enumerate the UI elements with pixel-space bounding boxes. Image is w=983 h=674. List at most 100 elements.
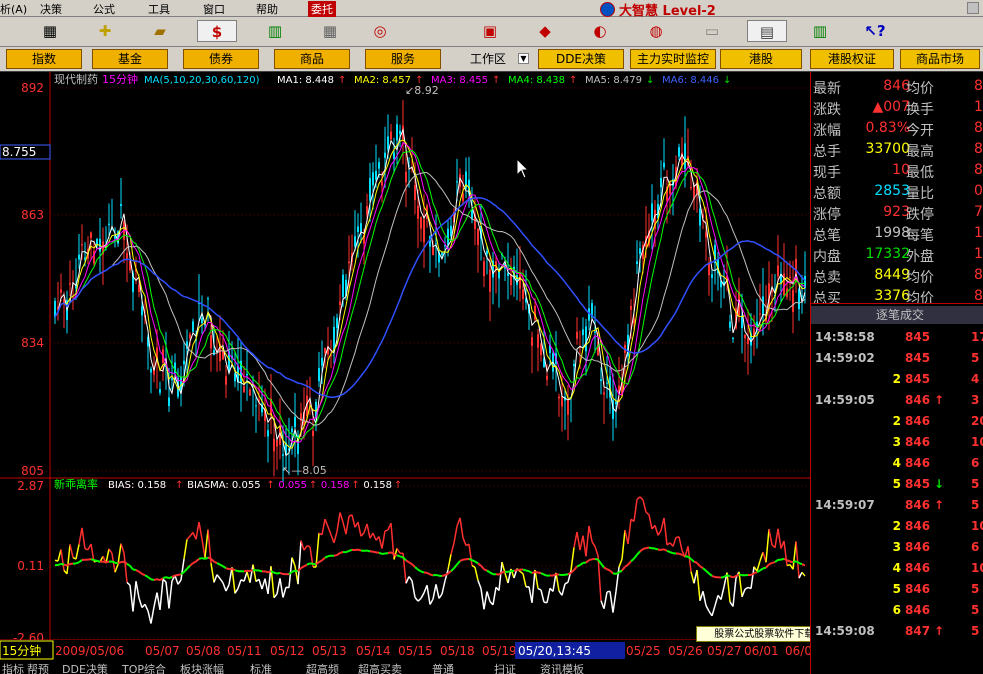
candle-body (441, 252, 443, 256)
ruler-icon[interactable]: ▰ (140, 20, 180, 42)
nav-commodity-button[interactable]: 商品 (274, 49, 350, 69)
candle-body (414, 185, 416, 201)
nav-monitor-button[interactable]: 主力实时监控 (630, 49, 716, 69)
tab-top[interactable]: TOP综合 (122, 661, 166, 674)
tab-sector[interactable]: 板块涨幅 (180, 661, 224, 674)
candle-body (108, 223, 110, 225)
tab-hf-trade[interactable]: 超高买卖 (358, 661, 402, 674)
biasma-line-segment (762, 566, 767, 570)
nav-bond-button[interactable]: 债券 (183, 49, 259, 69)
ma-legend-arrow: ↑ (338, 75, 346, 86)
nav-market-button[interactable]: 商品市场 (900, 49, 980, 69)
tick-row: 2 846 20 (811, 411, 983, 432)
biasma-line-segment (276, 571, 281, 575)
books-icon[interactable]: ▥ (800, 20, 840, 42)
date-tick-label: 05/18 (440, 644, 475, 658)
nav-index-button[interactable]: 指数 (6, 49, 82, 69)
quote-row: 现手 10 最低 8 (811, 160, 983, 181)
ma-legend-2: MA2: 8.457 (354, 75, 411, 86)
y-tick-label: 805 (21, 464, 44, 478)
nav-dde-button[interactable]: DDE决策 (538, 49, 624, 69)
biasma-line-segment (543, 573, 548, 577)
tick-p: 847 (905, 624, 931, 638)
quote-label: 总手 (813, 144, 841, 160)
candle-body (663, 162, 665, 168)
candle-body (183, 360, 185, 365)
workarea-label[interactable]: 工作区 (470, 50, 506, 67)
menu-window[interactable]: 窗口 (203, 1, 225, 17)
tick-row: 5 845 ↓ 5 (811, 474, 983, 495)
candle-body (282, 454, 284, 456)
tab-standard[interactable]: 标准 (250, 661, 272, 674)
quote-row: 最新 846 均价 8 (811, 76, 983, 97)
tab-help[interactable]: 帮预 (27, 661, 49, 674)
card-icon[interactable]: ▭ (692, 20, 732, 42)
menu-formula[interactable]: 公式 (93, 1, 115, 17)
candle-body (447, 228, 449, 246)
window-close-button[interactable] (967, 2, 979, 14)
tick-n: 2 (892, 414, 901, 428)
biasma-line-segment (420, 570, 425, 574)
tab-info[interactable]: 资讯模板 (540, 661, 584, 674)
nav-hk-warrant-button[interactable]: 港股权证 (810, 49, 894, 69)
tab-hf[interactable]: 超高频 (306, 661, 339, 674)
candle-body (291, 428, 293, 432)
quote-row: 涨幅 0.83% 今开 8 (811, 118, 983, 139)
biasma-line-segment (111, 560, 116, 564)
candle-body (684, 143, 686, 169)
menu-decision[interactable]: 决策 (40, 1, 62, 17)
target-icon[interactable]: ◎ (360, 20, 400, 42)
circle-icon[interactable]: ◐ (580, 20, 620, 42)
biasma-line-segment (753, 571, 758, 575)
candle-body (378, 162, 380, 169)
biasma-line-segment (693, 560, 698, 564)
menu-tools[interactable]: 工具 (148, 1, 170, 17)
book-icon[interactable]: ▣ (470, 20, 510, 42)
ma-legend-6: MA6: 8.446 (662, 75, 719, 86)
quote-label: 最新 (813, 81, 841, 97)
date-tick-label: 2009/05/06 (55, 644, 124, 658)
candle-body (213, 350, 215, 356)
quote-value: 8 (974, 78, 983, 94)
biasma-line-segment (225, 567, 230, 571)
biasma-line-segment (738, 573, 743, 577)
candle-body (336, 317, 338, 329)
ticks-header: 逐笔成交 (811, 306, 983, 324)
grid-icon[interactable]: ▦ (310, 20, 350, 42)
menu-trade[interactable]: 委托 (308, 1, 336, 17)
date-tick-label: 06/01 (744, 644, 779, 658)
bias-legend-1: BIAS: 0.158 (108, 480, 166, 491)
globe-icon[interactable]: ◍ (636, 20, 676, 42)
bars-icon[interactable]: ▥ (255, 20, 295, 42)
candle-body (600, 379, 602, 381)
quote-value: 8449 (874, 267, 910, 283)
diamond-icon[interactable]: ◆ (525, 20, 565, 42)
bias-line-segment (384, 529, 389, 532)
tick-vol: 10 (971, 561, 983, 575)
candle-body (606, 382, 608, 384)
nav-hk-button[interactable]: 港股 (720, 49, 802, 69)
tab-indicator[interactable]: 指标 (2, 661, 24, 674)
tick-p: 845 (905, 330, 931, 344)
quote-value: 8 (974, 162, 983, 178)
bias-legend-4: 0.158 (321, 480, 350, 491)
date-tick-label: 05/25 (626, 644, 661, 658)
tab-normal[interactable]: 普通 (432, 661, 454, 674)
help-icon[interactable]: ↖? (855, 20, 895, 42)
tick-p: 846 (905, 582, 931, 596)
nav-fund-button[interactable]: 基金 (92, 49, 168, 69)
biasma-line-segment (339, 551, 344, 554)
tab-dde[interactable]: DDE决策 (62, 661, 108, 674)
biasma-line-segment (165, 576, 170, 580)
nav-service-button[interactable]: 服务 (365, 49, 441, 69)
tab-scan[interactable]: 扫证 (494, 661, 516, 674)
dollar-icon[interactable]: $ (197, 20, 237, 42)
chart-area[interactable]: 8928638348058.755↙8.92↖—8.05现代制药 15分钟 MA(5… (0, 72, 810, 660)
menu-help[interactable]: 帮助 (256, 1, 278, 17)
diamond-icon[interactable]: ✚ (85, 20, 125, 42)
window-icon[interactable]: ▤ (747, 20, 787, 42)
quote-row: 总额 2853量比 0. (811, 181, 983, 202)
menu-analysis[interactable]: 析(A) (0, 1, 27, 17)
grid-icon[interactable]: ▦ (30, 20, 70, 42)
workarea-dropdown-icon[interactable]: ▼ (518, 53, 529, 64)
